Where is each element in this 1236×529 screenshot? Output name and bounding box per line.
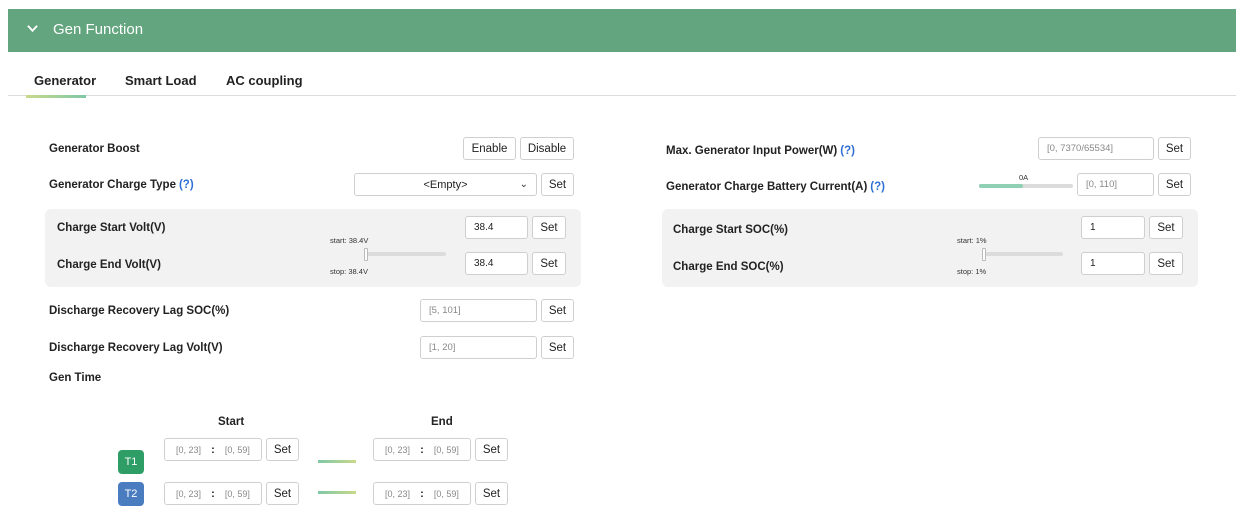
battery-current-set-button[interactable]: Set: [1158, 173, 1191, 196]
start-column-header: Start: [218, 416, 245, 428]
battery-current-input[interactable]: [0, 110]: [1077, 173, 1154, 196]
help-icon[interactable]: (?): [840, 145, 855, 157]
t1-end-hour[interactable]: [0, 23]: [385, 445, 410, 455]
chevron-down-icon[interactable]: [27, 23, 38, 34]
tab-ac-coupling[interactable]: AC coupling: [226, 73, 303, 88]
charge-start-soc-label: Charge Start SOC(%): [673, 224, 789, 236]
t2-start-hour[interactable]: [0, 23]: [176, 489, 201, 499]
lag-volt-label: Discharge Recovery Lag Volt(V): [49, 342, 223, 354]
max-power-set-button[interactable]: Set: [1158, 137, 1191, 160]
charge-start-volt-label: Charge Start Volt(V): [57, 222, 166, 234]
t2-end-set-button[interactable]: Set: [475, 482, 508, 505]
lag-volt-input[interactable]: [1, 20]: [420, 336, 537, 359]
tab-bar: Generator Smart Load AC coupling: [8, 52, 1236, 96]
t2-end-hour[interactable]: [0, 23]: [385, 489, 410, 499]
help-icon[interactable]: (?): [179, 179, 194, 191]
t1-end-minute[interactable]: [0, 59]: [434, 445, 459, 455]
gen-time-label: Gen Time: [49, 372, 102, 384]
charge-type-set-button[interactable]: Set: [541, 173, 574, 196]
disable-button[interactable]: Disable: [520, 137, 574, 160]
t2-end-minute[interactable]: [0, 59]: [434, 489, 459, 499]
lag-soc-set-button[interactable]: Set: [541, 299, 574, 322]
generator-boost-label: Generator Boost: [49, 143, 140, 155]
t1-start-minute[interactable]: [0, 59]: [225, 445, 250, 455]
charge-start-volt-set-button[interactable]: Set: [532, 216, 566, 239]
t2-end-time-input[interactable]: [0, 23] : [0, 59]: [373, 482, 471, 505]
t2-start-time-input[interactable]: [0, 23] : [0, 59]: [164, 482, 262, 505]
current-slider-value: 0A: [1019, 173, 1029, 182]
active-tab-indicator: [26, 95, 86, 98]
charge-type-label: Generator Charge Type (?): [49, 179, 194, 191]
t2-start-set-button[interactable]: Set: [266, 482, 299, 505]
tab-generator[interactable]: Generator: [34, 73, 96, 88]
section-title: Gen Function: [53, 21, 144, 38]
max-power-label: Max. Generator Input Power(W) (?): [666, 145, 855, 157]
t1-connector: [318, 460, 356, 463]
help-icon[interactable]: (?): [870, 181, 885, 193]
charge-end-soc-label: Charge End SOC(%): [673, 261, 784, 273]
charge-type-selected: <Empty>: [423, 178, 468, 191]
battery-current-label: Generator Charge Battery Current(A) (?): [666, 181, 885, 193]
slider-start-label: start: 38.4V: [330, 236, 369, 245]
charge-start-soc-set-button[interactable]: Set: [1149, 216, 1183, 239]
soc-slider-track[interactable]: [984, 252, 1063, 256]
volt-slider-track[interactable]: [366, 252, 446, 256]
current-slider-fill: [979, 184, 1023, 188]
charge-start-volt-input[interactable]: 38.4: [465, 216, 528, 239]
t1-start-set-button[interactable]: Set: [266, 438, 299, 461]
charge-end-volt-set-button[interactable]: Set: [532, 252, 566, 275]
enable-button[interactable]: Enable: [463, 137, 516, 160]
t2-start-minute[interactable]: [0, 59]: [225, 489, 250, 499]
charge-start-soc-input[interactable]: 1: [1081, 216, 1145, 239]
slider-stop-label: stop: 38.4V: [330, 267, 368, 276]
end-column-header: End: [431, 416, 453, 428]
charge-type-select[interactable]: <Empty> ⌄: [354, 173, 537, 196]
t1-start-time-input[interactable]: [0, 23] : [0, 59]: [164, 438, 262, 461]
caret-down-icon: ⌄: [519, 179, 528, 190]
section-header[interactable]: Gen Function: [8, 9, 1236, 52]
t1-end-time-input[interactable]: [0, 23] : [0, 59]: [373, 438, 471, 461]
t2-badge: T2: [118, 482, 144, 506]
tab-smart-load[interactable]: Smart Load: [125, 73, 197, 88]
t2-connector: [318, 491, 356, 494]
charge-end-volt-label: Charge End Volt(V): [57, 259, 161, 271]
lag-volt-set-button[interactable]: Set: [541, 336, 574, 359]
soc-slider-thumb[interactable]: [982, 248, 986, 261]
t1-start-hour[interactable]: [0, 23]: [176, 445, 201, 455]
soc-slider-start-label: start: 1%: [957, 236, 987, 245]
lag-soc-input[interactable]: [5, 101]: [420, 299, 537, 322]
max-power-input[interactable]: [0, 7370/65534]: [1038, 137, 1154, 160]
charge-end-soc-input[interactable]: 1: [1081, 252, 1145, 275]
volt-slider-thumb[interactable]: [364, 248, 368, 261]
lag-soc-label: Discharge Recovery Lag SOC(%): [49, 305, 230, 317]
charge-end-volt-input[interactable]: 38.4: [465, 252, 528, 275]
t1-end-set-button[interactable]: Set: [475, 438, 508, 461]
charge-end-soc-set-button[interactable]: Set: [1149, 252, 1183, 275]
t1-badge: T1: [118, 450, 144, 474]
soc-slider-stop-label: stop: 1%: [957, 267, 987, 276]
